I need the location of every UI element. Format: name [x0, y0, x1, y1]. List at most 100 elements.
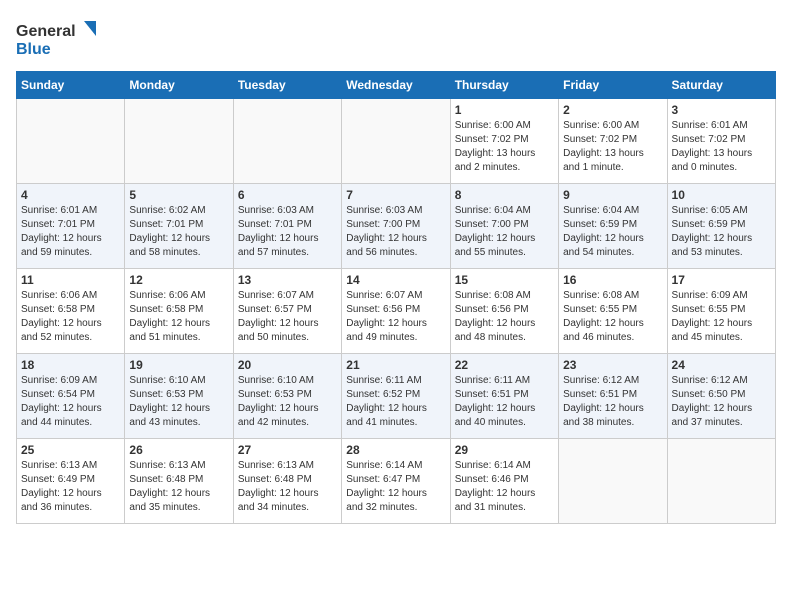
calendar-week-row: 4 Sunrise: 6:01 AMSunset: 7:01 PMDaylight…: [17, 184, 776, 269]
calendar-cell: 3 Sunrise: 6:01 AMSunset: 7:02 PMDaylight…: [667, 99, 775, 184]
calendar-day-header: Saturday: [667, 72, 775, 99]
day-number: 25: [21, 443, 120, 457]
day-info: Sunrise: 6:12 AMSunset: 6:51 PMDaylight:…: [563, 374, 662, 430]
calendar-cell: 13 Sunrise: 6:07 AMSunset: 6:57 PMDayligh…: [233, 269, 341, 354]
day-info: Sunrise: 6:07 AMSunset: 6:56 PMDaylight:…: [346, 289, 445, 345]
day-info: Sunrise: 6:12 AMSunset: 6:50 PMDaylight:…: [672, 374, 771, 430]
calendar-day-header: Thursday: [450, 72, 558, 99]
calendar-cell: [125, 99, 233, 184]
day-number: 12: [129, 273, 228, 287]
day-number: 5: [129, 188, 228, 202]
day-number: 15: [455, 273, 554, 287]
svg-text:General: General: [16, 23, 76, 40]
calendar-day-header: Wednesday: [342, 72, 450, 99]
calendar: SundayMondayTuesdayWednesdayThursdayFrid…: [16, 71, 776, 524]
day-number: 16: [563, 273, 662, 287]
day-info: Sunrise: 6:00 AMSunset: 7:02 PMDaylight:…: [563, 119, 662, 175]
day-number: 10: [672, 188, 771, 202]
calendar-cell: 5 Sunrise: 6:02 AMSunset: 7:01 PMDaylight…: [125, 184, 233, 269]
day-number: 29: [455, 443, 554, 457]
calendar-cell: 19Sunrise: 6:10 AMSunset: 6:53 PMDayligh…: [125, 354, 233, 439]
day-info: Sunrise: 6:04 AMSunset: 6:59 PMDaylight:…: [563, 204, 662, 260]
calendar-week-row: 11 Sunrise: 6:06 AMSunset: 6:58 PMDayligh…: [17, 269, 776, 354]
day-number: 24: [672, 358, 771, 372]
day-info: Sunrise: 6:01 AMSunset: 7:01 PMDaylight:…: [21, 204, 120, 260]
day-number: 26: [129, 443, 228, 457]
calendar-cell: 22Sunrise: 6:11 AMSunset: 6:51 PMDayligh…: [450, 354, 558, 439]
day-info: Sunrise: 6:08 AMSunset: 6:55 PMDaylight:…: [563, 289, 662, 345]
day-number: 3: [672, 103, 771, 117]
day-info: Sunrise: 6:09 AMSunset: 6:54 PMDaylight:…: [21, 374, 120, 430]
day-number: 9: [563, 188, 662, 202]
calendar-cell: 16 Sunrise: 6:08 AMSunset: 6:55 PMDayligh…: [559, 269, 667, 354]
calendar-header-row: SundayMondayTuesdayWednesdayThursdayFrid…: [17, 72, 776, 99]
day-number: 4: [21, 188, 120, 202]
day-number: 18: [21, 358, 120, 372]
day-number: 2: [563, 103, 662, 117]
calendar-cell: 27 Sunrise: 6:13 AMSunset: 6:48 PMDayligh…: [233, 439, 341, 524]
day-info: Sunrise: 6:13 AMSunset: 6:49 PMDaylight:…: [21, 459, 120, 515]
calendar-cell: [559, 439, 667, 524]
calendar-week-row: 25 Sunrise: 6:13 AMSunset: 6:49 PMDayligh…: [17, 439, 776, 524]
day-number: 23: [563, 358, 662, 372]
calendar-cell: 4 Sunrise: 6:01 AMSunset: 7:01 PMDaylight…: [17, 184, 125, 269]
day-number: 19: [129, 358, 228, 372]
day-number: 17: [672, 273, 771, 287]
day-number: 21: [346, 358, 445, 372]
day-info: Sunrise: 6:02 AMSunset: 7:01 PMDaylight:…: [129, 204, 228, 260]
calendar-day-header: Monday: [125, 72, 233, 99]
calendar-cell: 18 Sunrise: 6:09 AMSunset: 6:54 PMDayligh…: [17, 354, 125, 439]
calendar-week-row: 18 Sunrise: 6:09 AMSunset: 6:54 PMDayligh…: [17, 354, 776, 439]
day-number: 14: [346, 273, 445, 287]
day-number: 20: [238, 358, 337, 372]
calendar-cell: [667, 439, 775, 524]
day-number: 28: [346, 443, 445, 457]
day-number: 13: [238, 273, 337, 287]
calendar-cell: 12 Sunrise: 6:06 AMSunset: 6:58 PMDayligh…: [125, 269, 233, 354]
day-info: Sunrise: 6:05 AMSunset: 6:59 PMDaylight:…: [672, 204, 771, 260]
calendar-cell: 9 Sunrise: 6:04 AMSunset: 6:59 PMDaylight…: [559, 184, 667, 269]
calendar-cell: 2 Sunrise: 6:00 AMSunset: 7:02 PMDaylight…: [559, 99, 667, 184]
calendar-cell: 10 Sunrise: 6:05 AMSunset: 6:59 PMDayligh…: [667, 184, 775, 269]
calendar-cell: 23 Sunrise: 6:12 AMSunset: 6:51 PMDayligh…: [559, 354, 667, 439]
calendar-cell: 26 Sunrise: 6:13 AMSunset: 6:48 PMDayligh…: [125, 439, 233, 524]
day-info: Sunrise: 6:11 AMSunset: 6:52 PMDaylight:…: [346, 374, 445, 430]
calendar-cell: 17 Sunrise: 6:09 AMSunset: 6:55 PMDayligh…: [667, 269, 775, 354]
calendar-cell: 7Sunrise: 6:03 AMSunset: 7:00 PMDaylight…: [342, 184, 450, 269]
day-number: 11: [21, 273, 120, 287]
day-info: Sunrise: 6:01 AMSunset: 7:02 PMDaylight:…: [672, 119, 771, 175]
svg-text:Blue: Blue: [16, 41, 51, 58]
logo: GeneralBlue: [16, 16, 101, 61]
calendar-cell: 14 Sunrise: 6:07 AMSunset: 6:56 PMDayligh…: [342, 269, 450, 354]
day-info: Sunrise: 6:09 AMSunset: 6:55 PMDaylight:…: [672, 289, 771, 345]
day-info: Sunrise: 6:07 AMSunset: 6:57 PMDaylight:…: [238, 289, 337, 345]
day-number: 1: [455, 103, 554, 117]
calendar-day-header: Sunday: [17, 72, 125, 99]
calendar-day-header: Friday: [559, 72, 667, 99]
calendar-day-header: Tuesday: [233, 72, 341, 99]
calendar-cell: [342, 99, 450, 184]
calendar-cell: 11 Sunrise: 6:06 AMSunset: 6:58 PMDayligh…: [17, 269, 125, 354]
calendar-cell: 29 Sunrise: 6:14 AMSunset: 6:46 PMDayligh…: [450, 439, 558, 524]
day-info: Sunrise: 6:08 AMSunset: 6:56 PMDaylight:…: [455, 289, 554, 345]
calendar-cell: 28 Sunrise: 6:14 AMSunset: 6:47 PMDayligh…: [342, 439, 450, 524]
day-info: Sunrise: 6:03 AMSunset: 7:00 PMDaylight:…: [346, 204, 445, 260]
day-info: Sunrise: 6:06 AMSunset: 6:58 PMDaylight:…: [129, 289, 228, 345]
day-info: Sunrise: 6:11 AMSunset: 6:51 PMDaylight:…: [455, 374, 554, 430]
day-info: Sunrise: 6:00 AMSunset: 7:02 PMDaylight:…: [455, 119, 554, 175]
calendar-cell: 24 Sunrise: 6:12 AMSunset: 6:50 PMDayligh…: [667, 354, 775, 439]
day-info: Sunrise: 6:03 AMSunset: 7:01 PMDaylight:…: [238, 204, 337, 260]
day-info: Sunrise: 6:14 AMSunset: 6:46 PMDaylight:…: [455, 459, 554, 515]
logo-svg: GeneralBlue: [16, 16, 101, 61]
day-info: Sunrise: 6:14 AMSunset: 6:47 PMDaylight:…: [346, 459, 445, 515]
calendar-cell: [233, 99, 341, 184]
calendar-cell: 15 Sunrise: 6:08 AMSunset: 6:56 PMDayligh…: [450, 269, 558, 354]
calendar-cell: 25 Sunrise: 6:13 AMSunset: 6:49 PMDayligh…: [17, 439, 125, 524]
day-info: Sunrise: 6:06 AMSunset: 6:58 PMDaylight:…: [21, 289, 120, 345]
day-info: Sunrise: 6:13 AMSunset: 6:48 PMDaylight:…: [129, 459, 228, 515]
day-info: Sunrise: 6:10 AMSunset: 6:53 PMDaylight:…: [238, 374, 337, 430]
day-info: Sunrise: 6:13 AMSunset: 6:48 PMDaylight:…: [238, 459, 337, 515]
calendar-cell: 6Sunrise: 6:03 AMSunset: 7:01 PMDaylight…: [233, 184, 341, 269]
day-number: 27: [238, 443, 337, 457]
calendar-cell: [17, 99, 125, 184]
